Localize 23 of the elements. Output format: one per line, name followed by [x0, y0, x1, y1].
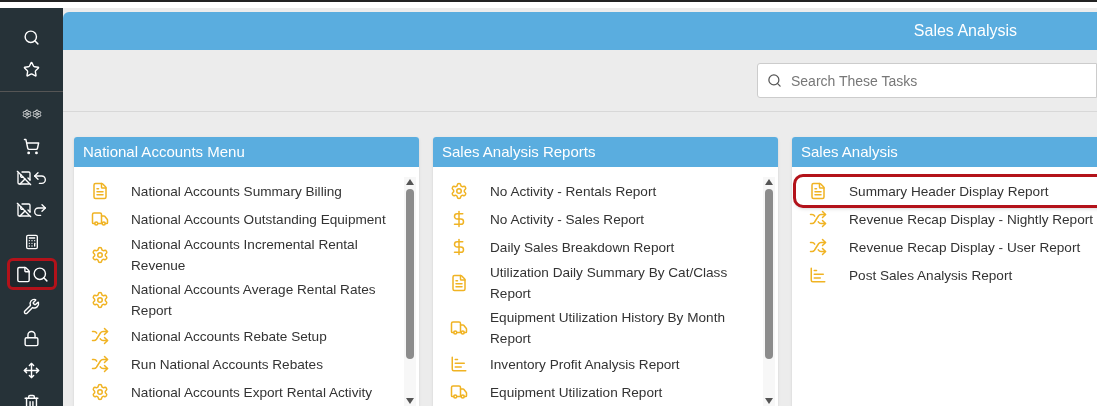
task-link[interactable]: Inventory Profit Analysis Report: [439, 350, 763, 378]
task-link[interactable]: National Accounts Outstanding Equipment: [80, 205, 404, 233]
task-link[interactable]: Utilization Daily Summary By Cat/Class Report: [439, 261, 763, 306]
task-link[interactable]: Revenue Recap Display - User Report: [798, 233, 1097, 261]
panel-title: Sales Analysis: [792, 137, 1097, 167]
task-link[interactable]: Post Sales Analysis Report: [798, 261, 1097, 289]
task-link[interactable]: National Accounts Incremental Rental Revenue: [80, 233, 404, 278]
page-title: Sales Analysis: [913, 21, 1017, 41]
task-link[interactable]: National Accounts Export Rental Activity: [80, 378, 404, 406]
task-link[interactable]: Summary Header Display Report: [796, 177, 1097, 205]
task-link[interactable]: National Accounts Average Rental Rates Report: [80, 277, 404, 322]
task-link[interactable]: No Activity - Sales Report: [439, 205, 763, 233]
task-link[interactable]: Equipment Utilization Report: [439, 378, 763, 406]
panel-title: Sales Analysis Reports: [433, 137, 778, 167]
task-link[interactable]: No Activity - Rentals Report: [439, 177, 763, 205]
task-link[interactable]: National Accounts Summary Billing: [80, 177, 404, 205]
task-link[interactable]: National Accounts Rebate Setup: [80, 322, 404, 350]
task-link[interactable]: Daily Sales Breakdown Report: [439, 233, 763, 261]
task-link[interactable]: Equipment Utilization History By Month Report: [439, 305, 763, 350]
search-field[interactable]: Search These Tasks: [757, 63, 1097, 98]
task-link[interactable]: Revenue Recap Display - Nightly Report: [798, 205, 1097, 233]
task-link[interactable]: Run National Accounts Rebates: [80, 350, 404, 378]
panel-title: National Accounts Menu: [74, 137, 419, 167]
